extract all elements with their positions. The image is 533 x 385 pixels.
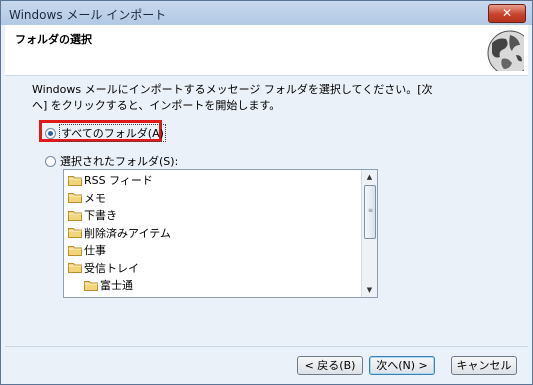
description-text: Windows メールにインポートするメッセージ フォルダを選択してください。[… bbox=[32, 83, 433, 112]
window-title: Windows メール インポート bbox=[9, 8, 167, 22]
list-item[interactable]: メモ bbox=[68, 190, 106, 206]
list-item[interactable]: 削除済みアイテム bbox=[68, 225, 171, 241]
back-button[interactable]: < 戻る(B) bbox=[297, 356, 363, 375]
selected-folders-option[interactable]: 選択されたフォルダ(S): bbox=[45, 153, 178, 169]
scroll-up-arrow-icon[interactable]: ▲ bbox=[362, 170, 377, 184]
folder-icon bbox=[68, 175, 82, 186]
list-item[interactable]: 受信トレイ bbox=[68, 260, 139, 276]
cancel-button[interactable]: キャンセル bbox=[451, 356, 517, 375]
list-item[interactable]: 下書き bbox=[68, 207, 117, 223]
folder-icon bbox=[68, 245, 82, 256]
folder-label: メモ bbox=[84, 191, 106, 205]
title-bar[interactable]: Windows メール インポート ✕ bbox=[1, 1, 532, 25]
globe-icon bbox=[487, 30, 524, 71]
button-bar: < 戻る(B) 次へ(N) > キャンセル bbox=[5, 346, 528, 380]
folder-icon bbox=[68, 193, 82, 203]
folder-label: 仕事 bbox=[84, 244, 106, 257]
folder-label: 富士通 bbox=[100, 279, 133, 292]
all-folders-label[interactable]: すべてのフォルダ(A) bbox=[59, 124, 166, 142]
close-button[interactable]: ✕ bbox=[488, 4, 526, 23]
folder-icon bbox=[68, 210, 82, 221]
scroll-thumb[interactable]: ≡ bbox=[364, 185, 376, 239]
selected-folders-label[interactable]: 選択されたフォルダ(S): bbox=[60, 153, 178, 169]
all-folders-radio[interactable] bbox=[45, 127, 56, 139]
list-item[interactable]: 仕事 bbox=[68, 242, 106, 258]
folder-icon bbox=[68, 228, 82, 238]
folder-label: 削除済みアイテム bbox=[84, 226, 171, 240]
wizard-header: フォルダの選択 bbox=[5, 25, 528, 76]
folder-icon bbox=[84, 280, 98, 291]
list-item[interactable]: RSS フィード bbox=[68, 172, 153, 188]
scroll-down-arrow-icon[interactable]: ▼ bbox=[362, 283, 377, 297]
next-button[interactable]: 次へ(N) > bbox=[369, 356, 435, 375]
import-dialog: Windows メール インポート ✕ フォルダの選択 Windows メールに… bbox=[0, 0, 533, 385]
selected-folders-radio[interactable] bbox=[45, 155, 56, 167]
scrollbar[interactable]: ▲ ≡ ▼ bbox=[361, 170, 377, 297]
folder-label: 受信トレイ bbox=[84, 261, 139, 275]
wizard-body: Windows メールにインポートするメッセージ フォルダを選択してください。[… bbox=[5, 76, 528, 350]
list-item[interactable]: 富士通 bbox=[84, 277, 133, 293]
folder-icon bbox=[68, 263, 82, 273]
all-folders-option[interactable]: すべてのフォルダ(A) bbox=[45, 124, 166, 142]
folder-label: 下書き bbox=[84, 209, 117, 222]
grip-icon: ≡ bbox=[368, 207, 374, 214]
folder-list[interactable]: RSS フィード メモ下書き削除済みアイテム 仕事受信トレイ富士通 ▲ ≡ ▼ bbox=[63, 169, 378, 298]
page-title: フォルダの選択 bbox=[15, 33, 92, 46]
folder-label: RSS フィード bbox=[84, 174, 153, 187]
